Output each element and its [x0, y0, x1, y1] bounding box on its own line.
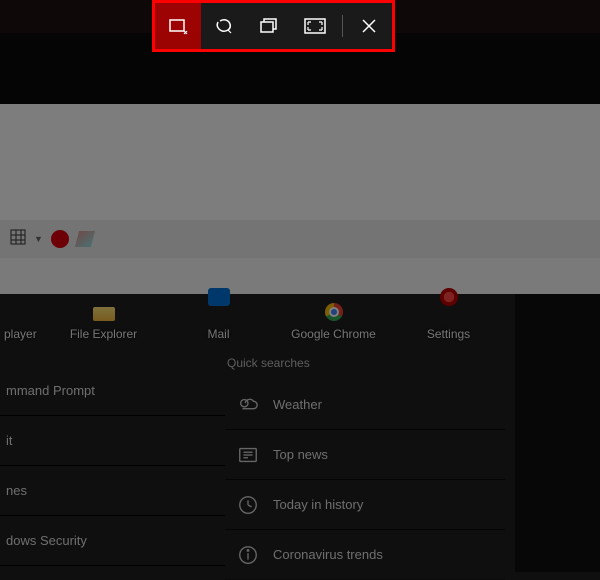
quick-search-top-news[interactable]: Top news: [225, 430, 505, 480]
dropdown-caret-icon[interactable]: ▼: [34, 234, 43, 244]
fullscreen-snip-button[interactable]: [292, 3, 338, 49]
tile-label: File Explorer: [70, 327, 137, 341]
window-snip-button[interactable]: [247, 3, 293, 49]
quick-search-label: Top news: [273, 447, 328, 462]
tile-label: Settings: [427, 327, 470, 341]
formula-bar-band: [0, 258, 600, 294]
freeform-snip-button[interactable]: [201, 3, 247, 49]
app-tile-chrome[interactable]: Google Chrome: [277, 294, 390, 346]
chrome-icon: [325, 303, 343, 321]
weather-icon: [237, 394, 259, 416]
spreadsheet-toolbar: ▼: [0, 220, 600, 258]
list-item-label: it: [6, 433, 13, 448]
list-item[interactable]: dows Security: [0, 516, 225, 566]
quick-search-label: Coronavirus trends: [273, 547, 383, 562]
quick-search-label: Weather: [273, 397, 322, 412]
list-item-label: mmand Prompt: [6, 383, 95, 398]
quick-search-today-history[interactable]: Today in history: [225, 480, 505, 530]
tile-label: player: [4, 327, 37, 341]
gear-icon: [440, 288, 458, 306]
tile-label: Google Chrome: [291, 327, 376, 341]
quick-searches-section: Quick searches Weather Top news Today in…: [225, 352, 505, 580]
snip-toolbar: [201, 3, 392, 49]
rectangular-snip-button[interactable]: [155, 3, 201, 49]
list-item-label: nes: [6, 483, 27, 498]
app-tile-mail[interactable]: Mail: [162, 294, 275, 346]
start-search-panel: player File Explorer Mail Google Chrome …: [0, 294, 515, 572]
quick-search-label: Today in history: [273, 497, 363, 512]
app-tile-settings[interactable]: Settings: [392, 294, 505, 346]
top-apps-row: player File Explorer Mail Google Chrome …: [0, 294, 515, 346]
quick-search-coronavirus[interactable]: Coronavirus trends: [225, 530, 505, 580]
news-icon: [237, 444, 259, 466]
list-item[interactable]: mmand Prompt: [0, 366, 225, 416]
extension-icon[interactable]: [75, 231, 95, 247]
app-tile-player[interactable]: player: [0, 294, 45, 346]
toolbar-divider: [342, 15, 343, 37]
list-item[interactable]: nes: [0, 466, 225, 516]
list-item[interactable]: it: [0, 416, 225, 466]
close-snip-button[interactable]: [347, 3, 393, 49]
list-item-label: dows Security: [6, 533, 87, 548]
mail-icon: [208, 288, 230, 306]
info-icon: [237, 544, 259, 566]
grid-dropdown-icon[interactable]: [10, 229, 26, 250]
page-content-band: [0, 104, 600, 220]
recent-list: mmand Prompt it nes dows Security: [0, 366, 225, 566]
folder-icon: [93, 307, 115, 321]
app-tile-file-explorer[interactable]: File Explorer: [47, 294, 160, 346]
tile-label: Mail: [207, 327, 229, 341]
quick-searches-header: Quick searches: [225, 352, 505, 380]
quick-search-weather[interactable]: Weather: [225, 380, 505, 430]
clock-icon: [237, 494, 259, 516]
adblock-icon[interactable]: [51, 230, 69, 248]
